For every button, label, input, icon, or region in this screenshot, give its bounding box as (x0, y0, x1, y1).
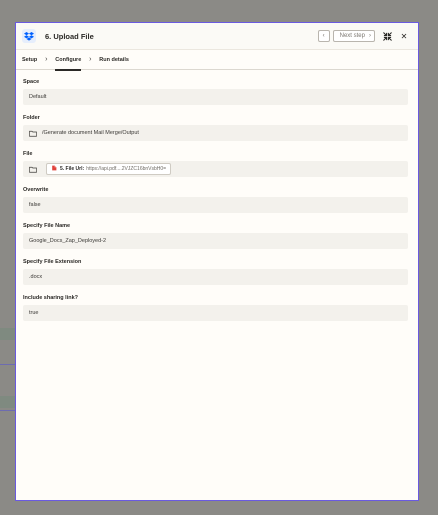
sharing-link-value: true (29, 310, 39, 316)
tab-configure[interactable]: Configure (55, 50, 81, 71)
file-name-label: Specify File Name (23, 223, 71, 229)
overwrite-value: false (29, 202, 41, 208)
file-extension-value: .docx (29, 274, 43, 280)
folder-label: Folder (23, 115, 40, 121)
next-step-label: Next step (339, 33, 365, 39)
file-input[interactable]: 5. File Url: https://api.pdf....2VJZC16b… (23, 161, 408, 177)
chevron-right-icon: › (369, 33, 371, 39)
file-extension-label: Specify File Extension (23, 259, 82, 265)
space-value: Default (29, 94, 47, 100)
overwrite-field: Overwrite false (23, 186, 408, 213)
overwrite-label: Overwrite (23, 187, 49, 193)
file-name-value: Google_Docs_Zap_Deployed-2 (29, 238, 107, 244)
sharing-link-label: Include sharing link? (23, 295, 79, 301)
backdrop-connector-line (0, 410, 16, 411)
file-name-input[interactable]: Google_Docs_Zap_Deployed-2 (23, 233, 408, 249)
folder-icon (29, 166, 37, 173)
chevron-left-icon: ‹ (322, 33, 325, 39)
collapse-icon[interactable] (381, 30, 393, 42)
configure-form: Space Default Folder /Generate document … (16, 78, 418, 321)
chevron-right-icon: › (45, 56, 48, 63)
folder-icon (29, 130, 37, 137)
file-extension-field: Specify File Extension .docx (23, 258, 408, 285)
pdf-app-icon (51, 165, 57, 173)
previous-step-button[interactable]: ‹ (317, 30, 330, 42)
next-step-button[interactable]: Next step › (332, 30, 375, 42)
file-label: File (23, 151, 33, 157)
modal-title: 6. Upload File (45, 31, 94, 41)
backdrop-step-card (0, 328, 16, 340)
file-field: File 5. File Url: https://api.pdf....2VJ… (23, 150, 408, 177)
modal-header: 6. Upload File ‹ Next step › ✕ (16, 23, 418, 50)
upload-file-modal: 6. Upload File ‹ Next step › ✕ Setup › C… (15, 22, 419, 501)
chevron-right-icon: › (89, 56, 92, 63)
sharing-link-select[interactable]: true (23, 305, 408, 321)
backdrop-step-card (0, 396, 16, 408)
space-select[interactable]: Default (23, 89, 408, 105)
space-field: Space Default (23, 78, 408, 105)
dropbox-icon (22, 29, 36, 43)
sharing-link-field: Include sharing link? true (23, 294, 408, 321)
file-extension-input[interactable]: .docx (23, 269, 408, 285)
backdrop-connector-line (0, 364, 16, 365)
overwrite-select[interactable]: false (23, 197, 408, 213)
pill-value: https://api.pdf....2VJZC16bnVsbH0= (86, 166, 167, 172)
space-label: Space (23, 79, 40, 85)
step-tabs: Setup › Configure › Run details (16, 50, 418, 71)
tab-setup[interactable]: Setup (22, 50, 37, 70)
folder-select[interactable]: /Generate document Mail Merge/Output (23, 125, 408, 141)
folder-value: /Generate document Mail Merge/Output (42, 130, 139, 136)
file-name-field: Specify File Name Google_Docs_Zap_Deploy… (23, 222, 408, 249)
close-icon[interactable]: ✕ (398, 30, 410, 42)
pill-step-label: 5. File Url: (60, 166, 85, 172)
tab-run-details[interactable]: Run details (99, 50, 129, 70)
mapped-field-pill[interactable]: 5. File Url: https://api.pdf....2VJZC16b… (46, 163, 172, 175)
folder-field: Folder /Generate document Mail Merge/Out… (23, 114, 408, 141)
